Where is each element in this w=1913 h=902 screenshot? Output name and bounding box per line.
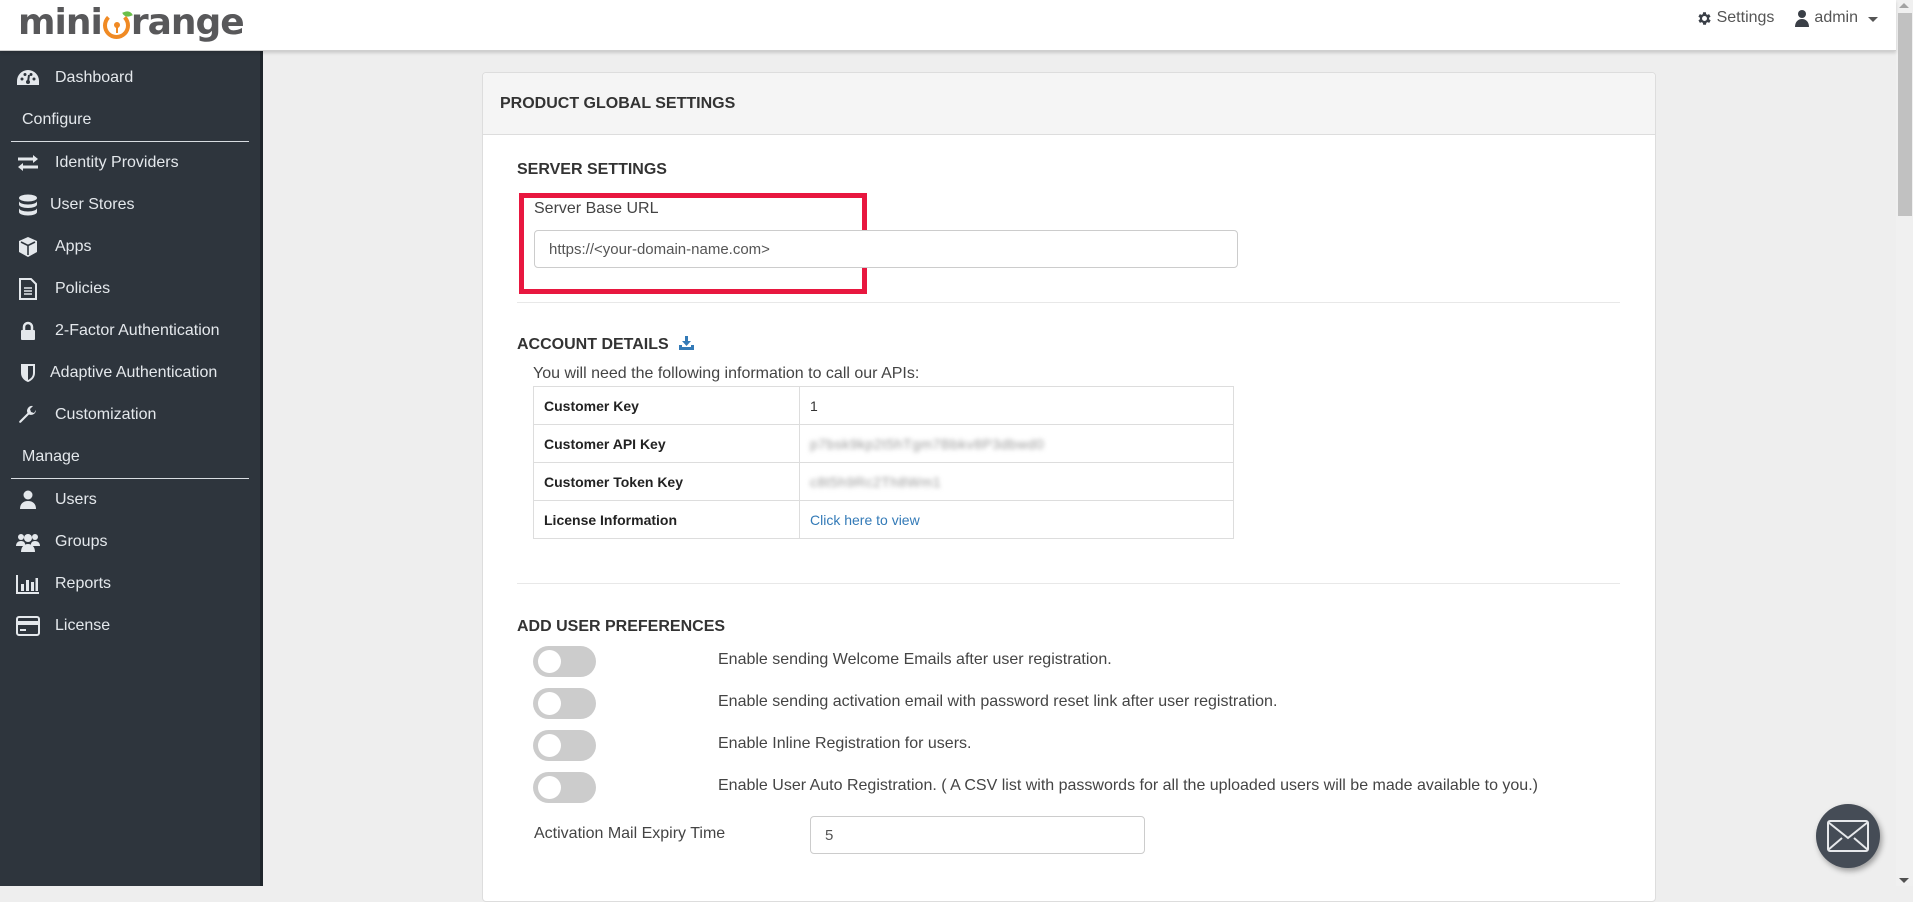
lock-icon [16, 320, 40, 342]
row-key: Customer Token Key [533, 462, 800, 501]
sidebar-item-label: Reports [55, 575, 112, 592]
view-license-link[interactable]: Click here to view [810, 512, 920, 528]
database-icon [16, 194, 40, 216]
sidebar-item-dashboard[interactable]: Dashboard [0, 57, 260, 99]
sidebar-item-adaptive-authentication[interactable]: Adaptive Authentication [0, 352, 260, 394]
top-navbar: mini range Settings admin [0, 0, 1896, 51]
row-key: License Information [533, 500, 800, 539]
user-preferences-title: ADD USER PREFERENCES [517, 618, 726, 635]
table-row: License Information Click here to view [533, 500, 1234, 539]
gear-icon [1698, 11, 1711, 25]
logo-o-keyhole-icon [102, 9, 133, 39]
sidebar-item-label: License [55, 617, 111, 634]
sidebar-item-label: Identity Providers [55, 154, 179, 171]
activation-expiry-label: Activation Mail Expiry Time [534, 825, 726, 842]
user-icon [1795, 10, 1810, 27]
server-base-url-input[interactable]: https://<your-domain-name.com> [534, 230, 1238, 268]
download-icon[interactable] [679, 336, 695, 350]
sidebar-item-users[interactable]: Users [0, 479, 260, 521]
users-group-icon [16, 531, 40, 553]
scroll-up-arrow-icon[interactable] [1899, 3, 1909, 8]
sidebar-item-apps[interactable]: Apps [0, 226, 260, 268]
support-email-button[interactable] [1816, 804, 1880, 868]
sidebar-item-policies[interactable]: Policies [0, 268, 260, 310]
document-icon [16, 278, 40, 300]
sidebar-item-label: Groups [55, 533, 108, 550]
section-divider [517, 302, 1620, 303]
activation-email-toggle[interactable] [533, 688, 596, 719]
wrench-icon [16, 404, 40, 426]
inline-registration-toggle[interactable] [533, 730, 596, 761]
welcome-email-toggle[interactable] [533, 646, 596, 677]
server-base-url-label: Server Base URL [534, 200, 659, 217]
credit-card-icon [16, 615, 40, 637]
chevron-down-icon [1868, 17, 1878, 22]
sidebar-item-label: User Stores [50, 196, 135, 213]
scroll-down-arrow-icon[interactable] [1899, 878, 1909, 883]
pref-row-inline-registration: Enable Inline Registration for users. [533, 730, 1633, 761]
sidebar-item-label: Customization [55, 406, 157, 423]
user-name-label: admin [1814, 9, 1858, 26]
sidebar-item-label: Dashboard [55, 69, 134, 86]
settings-link[interactable]: Settings [1696, 9, 1775, 27]
pref-label: Enable sending Welcome Emails after user… [718, 651, 1112, 668]
sidebar-heading-manage: Manage [22, 448, 80, 465]
sidebar-item-license[interactable]: License [0, 605, 260, 647]
sidebar-item-customization[interactable]: Customization [0, 394, 260, 436]
account-details-table: Customer Key 1 Customer API Key p7bsk9kp… [533, 386, 1234, 539]
cube-icon [16, 236, 40, 258]
sidebar-item-label: Apps [55, 238, 92, 255]
sidebar-item-identity-providers[interactable]: Identity Providers [0, 142, 260, 184]
miniorange-logo[interactable]: mini range [18, 1, 245, 43]
pref-label: Enable sending activation email with pas… [718, 693, 1278, 710]
sidebar-heading-configure: Configure [22, 111, 92, 128]
vertical-scrollbar[interactable] [1896, 0, 1913, 886]
pref-row-auto-registration: Enable User Auto Registration. ( A CSV l… [533, 772, 1633, 803]
envelope-icon [1827, 820, 1869, 852]
logo-text-right: range [130, 1, 245, 43]
sidebar-item-label: 2-Factor Authentication [55, 322, 220, 339]
pref-label: Enable Inline Registration for users. [718, 735, 972, 752]
user-icon [16, 489, 40, 511]
pref-label: Enable User Auto Registration. ( A CSV l… [718, 777, 1538, 794]
sidebar-item-label: Adaptive Authentication [50, 364, 218, 381]
server-settings-title: SERVER SETTINGS [517, 161, 667, 178]
sidebar-item-reports[interactable]: Reports [0, 563, 260, 605]
activation-expiry-input[interactable]: 5 [810, 816, 1145, 854]
api-info-text: You will need the following information … [533, 365, 920, 382]
customer-token-key-value-blurred: c8t5h9Rc2Th8Wm1 [810, 473, 942, 490]
dashboard-gauge-icon [16, 67, 40, 89]
row-key: Customer API Key [533, 424, 800, 463]
table-row: Customer API Key p7bsk9kp2t5hTgm7Bbkv8P3… [533, 424, 1234, 463]
account-details-label: ACCOUNT DETAILS [517, 336, 669, 353]
sidebar-item-2-factor-authentication[interactable]: 2-Factor Authentication [0, 310, 260, 352]
panel-title: PRODUCT GLOBAL SETTINGS [483, 73, 1655, 135]
sidebar-item-user-stores[interactable]: User Stores [0, 184, 260, 226]
sidebar-item-label: Policies [55, 280, 111, 297]
customer-key-value: 1 [799, 386, 1234, 425]
bar-chart-icon [16, 573, 40, 595]
table-row: Customer Key 1 [533, 386, 1234, 425]
row-key: Customer Key [533, 386, 800, 425]
shield-icon [16, 362, 40, 384]
exchange-arrows-icon [16, 152, 40, 174]
customer-api-key-value-blurred: p7bsk9kp2t5hTgm7Bbkv8P3dbwd0 [810, 435, 1045, 452]
sidebar-item-groups[interactable]: Groups [0, 521, 260, 563]
auto-registration-toggle[interactable] [533, 772, 596, 803]
sidebar-item-label: Users [55, 491, 97, 508]
pref-row-welcome-emails: Enable sending Welcome Emails after user… [533, 646, 1633, 677]
section-divider [517, 583, 1620, 584]
pref-row-activation-email: Enable sending activation email with pas… [533, 688, 1633, 719]
user-menu-dropdown[interactable]: admin [1794, 9, 1878, 27]
scrollbar-thumb[interactable] [1898, 13, 1912, 216]
settings-label: Settings [1716, 9, 1775, 26]
logo-text-left: mini [18, 1, 103, 43]
sidebar: Dashboard Configure Identity Providers U… [0, 51, 263, 886]
product-global-settings-panel: PRODUCT GLOBAL SETTINGS SERVER SETTINGS … [482, 72, 1656, 902]
table-row: Customer Token Key c8t5h9Rc2Th8Wm1 [533, 462, 1234, 501]
account-details-title: ACCOUNT DETAILS [517, 336, 695, 354]
